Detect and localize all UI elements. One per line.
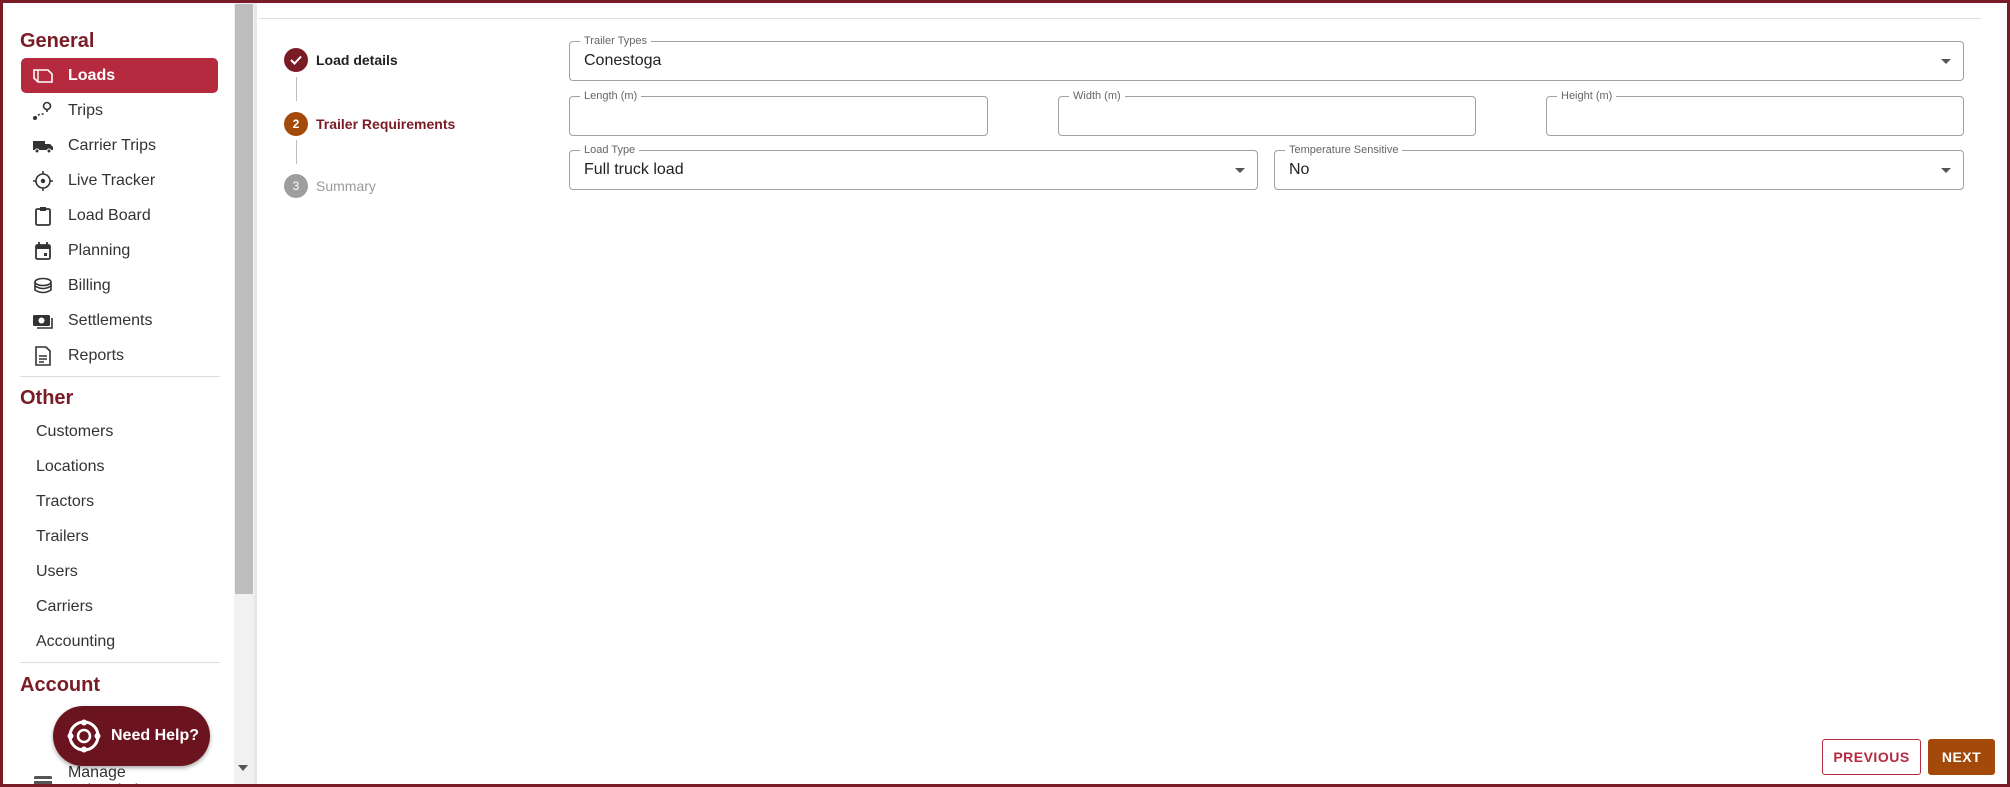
field-label: Load Type — [580, 143, 640, 157]
width-input[interactable]: Width (m) — [1058, 89, 1476, 136]
sidebar-item-label: Accounting — [36, 632, 116, 650]
coins-icon — [32, 275, 54, 297]
sidebar-item-label: Settlements — [68, 311, 153, 329]
field-label: Length (m) — [580, 89, 642, 103]
step-number: 3 — [284, 174, 308, 198]
crosshair-icon — [32, 170, 54, 192]
sidebar-item-manage-subscription[interactable]: Manage Subscription — [21, 764, 218, 784]
sidebar-item-trailers[interactable]: Trailers — [21, 519, 218, 554]
sidebar-item-trips[interactable]: Trips — [21, 93, 218, 128]
sidebar-item-label: Billing — [68, 276, 111, 294]
sidebar-item-users[interactable]: Users — [21, 554, 218, 589]
chevron-down-icon[interactable] — [1941, 59, 1951, 64]
scroll-down-arrow-icon[interactable] — [238, 765, 248, 771]
field-value: Conestoga — [584, 52, 662, 69]
step-trailer-requirements[interactable]: 2 Trailer Requirements — [284, 112, 455, 136]
step-load-details[interactable]: Load details — [284, 48, 398, 72]
section-title-other: Other — [20, 387, 74, 409]
length-input[interactable]: Length (m) — [569, 89, 988, 136]
sidebar-item-label: Trailers — [36, 527, 89, 545]
previous-button[interactable]: PREVIOUS — [1822, 739, 1921, 775]
section-title-account: Account — [20, 674, 100, 696]
need-help-button[interactable]: Need Help? — [53, 706, 210, 766]
need-help-label: Need Help? — [111, 727, 200, 744]
sidebar-item-label: Trips — [68, 101, 103, 119]
sidebar-item-label: Tractors — [36, 492, 95, 510]
sidebar-item-label: Live Tracker — [68, 171, 156, 189]
document-icon — [32, 345, 54, 367]
card-icon — [32, 771, 54, 784]
sidebar-item-label: Loads — [68, 66, 116, 84]
sidebar-item-label: Carrier Trips — [68, 136, 157, 154]
step-connector — [296, 140, 297, 164]
field-label: Width (m) — [1069, 89, 1125, 103]
sidebar-item-label: Manage Subscription — [67, 763, 156, 785]
chevron-down-icon[interactable] — [1941, 168, 1951, 173]
sidebar-item-accounting[interactable]: Accounting — [21, 624, 218, 659]
load-type-select[interactable]: Load Type Full truck load — [569, 143, 1258, 190]
top-divider — [259, 18, 1981, 19]
sidebar-item-customers[interactable]: Customers — [21, 414, 218, 449]
step-label: Summary — [316, 178, 376, 194]
route-pin-icon — [32, 100, 54, 122]
sidebar-item-label: Planning — [68, 241, 131, 259]
sidebar-item-label: Customers — [36, 422, 114, 440]
sidebar-item-label: Locations — [36, 457, 105, 475]
sidebar-item-planning[interactable]: Planning — [21, 233, 218, 268]
sidebar-item-label: Users — [36, 562, 78, 580]
sidebar-item-label: Reports — [68, 346, 125, 364]
sidebar-edge — [254, 3, 257, 784]
sidebar-item-carrier-trips[interactable]: Carrier Trips — [21, 128, 218, 163]
sidebar-scrollbar-thumb[interactable] — [235, 4, 253, 594]
sidebar-item-billing[interactable]: Billing — [21, 268, 218, 303]
check-icon — [284, 48, 308, 72]
sidebar-item-carriers[interactable]: Carriers — [21, 589, 218, 624]
temperature-sensitive-select[interactable]: Temperature Sensitive No — [1274, 143, 1964, 190]
step-number: 2 — [284, 112, 308, 136]
sidebar: General Loads Trips Carrier Trips Live T… — [3, 3, 234, 784]
field-value: No — [1289, 161, 1310, 178]
sidebar-item-load-board[interactable]: Load Board — [21, 198, 218, 233]
calendar-icon — [32, 240, 54, 262]
sidebar-item-reports[interactable]: Reports — [21, 338, 218, 373]
sidebar-item-label: Carriers — [36, 597, 93, 615]
sidebar-item-live-tracker[interactable]: Live Tracker — [21, 163, 218, 198]
chevron-down-icon[interactable] — [1235, 168, 1245, 173]
sidebar-item-loads[interactable]: Loads — [21, 58, 218, 93]
field-label: Temperature Sensitive — [1285, 143, 1403, 157]
truck-icon — [32, 135, 54, 157]
sidebar-item-tractors[interactable]: Tractors — [21, 484, 218, 519]
step-connector — [296, 77, 297, 101]
height-input[interactable]: Height (m) — [1546, 89, 1964, 136]
lifebuoy-icon — [65, 717, 103, 755]
divider — [20, 376, 220, 377]
field-label: Trailer Types — [580, 34, 651, 48]
step-label: Load details — [316, 52, 398, 68]
clipboard-icon — [32, 205, 54, 227]
field-value: Full truck load — [584, 161, 684, 178]
box-icon — [32, 65, 54, 87]
step-label: Trailer Requirements — [316, 116, 456, 132]
section-title-general: General — [20, 30, 95, 52]
cash-icon — [32, 310, 54, 332]
trailer-types-select[interactable]: Trailer Types Conestoga — [569, 34, 1964, 81]
field-label: Height (m) — [1557, 89, 1617, 103]
sidebar-item-label: Load Board — [68, 206, 151, 224]
sidebar-item-settlements[interactable]: Settlements — [21, 303, 218, 338]
step-summary[interactable]: 3 Summary — [284, 174, 376, 198]
divider — [20, 662, 220, 663]
next-button[interactable]: NEXT — [1928, 739, 1995, 775]
sidebar-item-locations[interactable]: Locations — [21, 449, 218, 484]
